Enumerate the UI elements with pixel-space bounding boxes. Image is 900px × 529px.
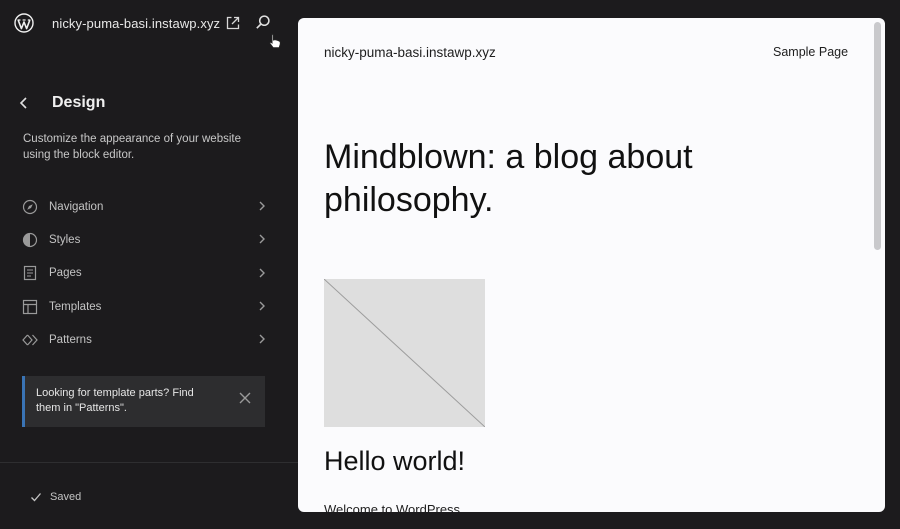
sidebar-divider <box>0 462 298 463</box>
page-icon <box>23 266 37 281</box>
site-preview[interactable]: nicky-puma-basi.instawp.xyz Sample Page … <box>298 18 885 512</box>
sidebar-item-pages[interactable]: Pages <box>22 257 270 290</box>
cursor-icon <box>269 33 281 49</box>
chevron-right-icon <box>259 334 265 344</box>
post-title[interactable]: Hello world! <box>324 446 465 477</box>
site-name[interactable]: nicky-puma-basi.instawp.xyz <box>52 16 220 31</box>
featured-image-placeholder[interactable] <box>323 278 486 428</box>
design-menu: Navigation Styles Pages Templates Patter… <box>22 190 270 356</box>
preview-site-title[interactable]: nicky-puma-basi.instawp.xyz <box>324 45 496 60</box>
preview-heading: Mindblown: a blog about philosophy. <box>324 138 693 219</box>
close-icon[interactable] <box>238 391 252 405</box>
sidebar-item-navigation[interactable]: Navigation <box>22 190 270 223</box>
placeholder-diagonal <box>323 278 486 428</box>
sidebar-title: Design <box>52 94 106 111</box>
notice-text: Looking for template parts? Find them in… <box>36 387 194 414</box>
sidebar-item-label: Pages <box>49 267 82 280</box>
external-link-icon[interactable] <box>225 15 241 31</box>
post-excerpt: Welcome to WordPress. <box>324 502 464 512</box>
search-icon[interactable] <box>255 14 271 30</box>
template-parts-notice: Looking for template parts? Find them in… <box>22 376 265 427</box>
sidebar-item-templates[interactable]: Templates <box>22 290 270 323</box>
chevron-right-icon <box>259 301 265 311</box>
chevron-right-icon <box>259 234 265 244</box>
sidebar-header: nicky-puma-basi.instawp.xyz <box>0 0 298 49</box>
checkmark-icon <box>31 493 41 502</box>
half-circle-icon <box>22 232 38 248</box>
chevron-right-icon <box>259 268 265 278</box>
saved-label: Saved <box>50 491 82 503</box>
diamond-icon <box>22 334 38 346</box>
sidebar-item-label: Navigation <box>49 200 104 213</box>
wordpress-logo[interactable] <box>14 13 34 33</box>
back-chevron-icon[interactable] <box>17 95 31 111</box>
sidebar-item-label: Styles <box>49 233 81 246</box>
save-status: Saved <box>30 491 81 503</box>
chevron-right-icon <box>259 201 265 211</box>
sidebar-item-patterns[interactable]: Patterns <box>22 323 270 356</box>
layout-icon <box>22 299 38 314</box>
sidebar-description: Customize the appearance of your website… <box>23 133 241 161</box>
sidebar-item-styles[interactable]: Styles <box>22 223 270 256</box>
compass-icon <box>22 199 38 214</box>
sidebar-item-label: Templates <box>49 300 102 313</box>
preview-nav-link[interactable]: Sample Page <box>773 45 848 59</box>
sidebar-item-label: Patterns <box>49 333 92 346</box>
preview-scrollbar[interactable] <box>874 22 881 250</box>
